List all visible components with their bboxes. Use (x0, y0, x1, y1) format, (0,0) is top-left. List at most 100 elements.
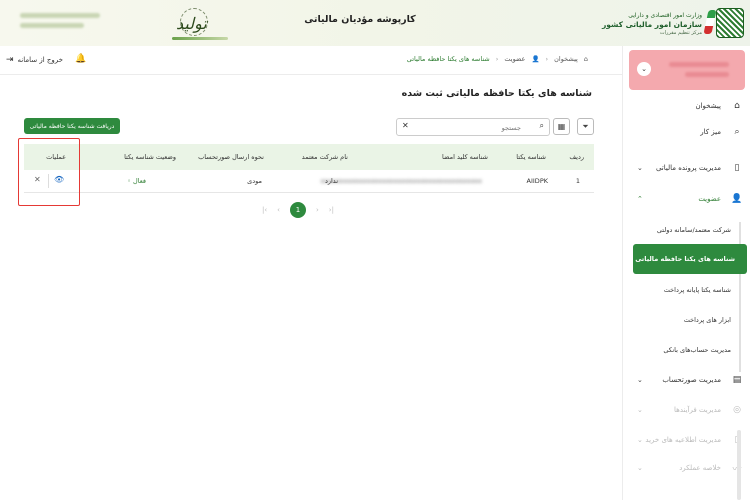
chevron-left-icon: ‹ (545, 55, 549, 63)
sidebar-subitem-memory-ids[interactable]: شناسه های یکتا حافظه مالیاتی (633, 244, 747, 274)
org-line1: وزارت امور اقتصادی و دارایی (628, 12, 702, 19)
chevron-up-icon: ⌃ (637, 195, 643, 203)
cell-unique-id: AIIDPK (526, 177, 548, 185)
sidebar-subitem-trusted-company[interactable]: شرکت معتمد/سامانه دولتی (623, 220, 750, 240)
app-header: وزارت امور اقتصادی و دارایی سازمان امور … (0, 0, 750, 47)
sidebar-item-summary[interactable]: 〰 خلاصه عملکرد ⌄ (623, 458, 750, 478)
table-header: ردیف شناسه یکتا شناسه کلید امضا نام شرکت… (24, 144, 594, 170)
column-header: نام شرکت معتمد (301, 153, 348, 161)
column-header: شناسه یکتا (516, 153, 546, 161)
cell-send-method: مودی (247, 177, 262, 185)
exit-button[interactable]: ⇥ خروج از سامانه (6, 55, 63, 65)
last-page-icon[interactable]: ›| (329, 206, 334, 214)
column-header: وضعیت شناسه یکتا (124, 153, 176, 161)
filter-icon[interactable]: ⏷ (577, 118, 594, 135)
process-icon: ◎ (733, 405, 741, 415)
close-icon[interactable]: ✕ (402, 121, 409, 130)
blurred-user-id (685, 72, 729, 77)
top-bar: ⇥ خروج از سامانه 🔔 ⌂ پیشخوان ‹ 👤 عضویت ‹… (0, 46, 622, 75)
sidebar-item-label: خلاصه عملکرد (679, 464, 721, 472)
chevron-left-icon: ‹ (495, 55, 499, 63)
sidebar-item-label: مدیریت فرآیندها (674, 406, 721, 414)
page-current[interactable]: 1 (289, 202, 306, 218)
search-input[interactable] (415, 121, 523, 134)
org-line2: سازمان امور مالیاتی کشور (601, 20, 702, 29)
sidebar-item-purchase-notices[interactable]: ▯ مدیریت اطلاعیه های خرید ⌄ (623, 430, 750, 450)
sidebar-scrollbar[interactable] (737, 430, 741, 500)
sidebar-subitem-label: ابزار های پرداخت (683, 316, 731, 324)
sidebar-item-membership[interactable]: 👤 عضویت ⌃ (623, 189, 750, 209)
chevron-down-icon: ⌄ (637, 464, 643, 472)
breadcrumb-item-membership[interactable]: عضویت (504, 55, 525, 63)
next-page-icon[interactable]: › (316, 206, 319, 214)
sidebar-item-label: مدیریت پرونده مالیاتی (655, 164, 721, 172)
table-row: 1 AIIDPK xxxxxxxxxxxxxxxxxxxxxxxxxxxxxxx… (24, 170, 594, 193)
search-icon: ⌕ (539, 121, 544, 130)
breadcrumb-item-dashboard[interactable]: پیشخوان (554, 55, 578, 63)
sidebar-item-processes[interactable]: ◎ مدیریت فرآیندها ⌄ (623, 400, 750, 420)
active-dot-icon: ◦ (127, 177, 131, 185)
first-page-icon[interactable]: |‹ (262, 206, 267, 214)
sidebar-item-label: مدیریت اطلاعیه های خرید (645, 436, 721, 444)
blurred-header-text (20, 13, 110, 33)
breadcrumb: ⌂ پیشخوان ‹ 👤 عضویت ‹ شناسه های یکتا حاف… (407, 55, 588, 63)
chevron-down-icon: ⌄ (637, 436, 643, 444)
sidebar-subitem-payment-tools[interactable]: ابزار های پرداخت (623, 310, 750, 330)
operations-highlight-box (18, 138, 80, 206)
slogan-logo: تولید (172, 5, 232, 41)
search-box[interactable]: ✕ ⌕ (396, 118, 550, 136)
chevron-down-icon: ⌄ (637, 164, 643, 172)
sidebar-subitem-label: شناسه یکتا پایانه پرداخت (663, 286, 731, 294)
bell-icon[interactable]: 🔔 (75, 54, 86, 64)
status-label: فعال (133, 177, 146, 185)
sidebar-item-invoices[interactable]: ▤ مدیریت صورتحساب ⌄ (623, 370, 750, 390)
sidebar-subitem-label: شرکت معتمد/سامانه دولتی (656, 226, 731, 234)
chevron-down-icon: ⌄ (637, 376, 643, 384)
prev-page-icon[interactable]: ‹ (277, 206, 280, 214)
pagination: |‹ ‹ 1 › ›| (262, 201, 334, 219)
app-title: کارپوشه مؤدیان مالیاتی (304, 14, 416, 25)
sidebar-subitem-label: شناسه های یکتا حافظه مالیاتی (635, 255, 735, 263)
search-icon: ⌕ (734, 127, 740, 137)
column-header: نحوه ارسال صورتحساب (198, 153, 264, 161)
breadcrumb-item-current: شناسه های یکتا حافظه مالیاتی (406, 55, 490, 63)
blurred-user-name (669, 62, 729, 67)
sidebar-item-workdesk[interactable]: ⌕ میز کار (623, 122, 750, 142)
slogan-underline (172, 37, 228, 40)
logout-icon: ⇥ (6, 55, 14, 65)
chevron-down-icon[interactable]: ⌄ (637, 62, 651, 76)
get-memory-id-button[interactable]: دریافت شناسه یکتا حافظه مالیاتی (24, 118, 120, 134)
columns-icon[interactable]: ▦ (553, 118, 570, 135)
cell-row-number: 1 (575, 177, 580, 185)
sidebar-item-dashboard[interactable]: ⌂ پیشخوان (623, 96, 750, 116)
sidebar-item-label: مدیریت صورتحساب (662, 376, 721, 384)
flag-icon (703, 10, 717, 34)
slogan-text: تولید (176, 14, 207, 33)
sidebar-item-label: پیشخوان (695, 102, 721, 110)
user-card[interactable]: ⌄ (629, 50, 745, 90)
sidebar-subitem-terminal-ids[interactable]: شناسه یکتا پایانه پرداخت (623, 280, 750, 300)
cell-trusted-company: ندارد (324, 177, 338, 185)
home-icon: ⌂ (734, 101, 740, 111)
column-header: ردیف (569, 153, 584, 161)
sidebar-item-label: عضویت (698, 195, 721, 203)
org-emblem-icon (716, 8, 744, 38)
home-small-icon: ⌂ (583, 55, 588, 63)
status-badge: فعال ◦ (127, 177, 146, 185)
invoice-icon: ▤ (732, 375, 742, 385)
sidebar: ⌄ ⌂ پیشخوان ⌕ میز کار ▯ مدیریت پرونده ما… (622, 46, 750, 500)
user-small-icon: 👤 (531, 55, 540, 63)
chevron-down-icon: ⌄ (637, 406, 643, 414)
org-line3: مرکز تنظیم مقررات (659, 30, 702, 36)
exit-label: خروج از سامانه (17, 56, 63, 64)
sidebar-item-label: میز کار (700, 128, 721, 136)
sidebar-subitem-bank-accounts[interactable]: مدیریت حساب‌های بانکی (623, 340, 750, 360)
column-header: شناسه کلید امضا (442, 153, 488, 161)
sidebar-item-tax-file[interactable]: ▯ مدیریت پرونده مالیاتی ⌄ (623, 158, 750, 178)
document-icon: ▯ (734, 163, 740, 173)
page-title: شناسه های یکتا حافظه مالیاتی ثبت شده (401, 88, 592, 99)
user-icon: 👤 (731, 194, 743, 204)
org-logo: وزارت امور اقتصادی و دارایی سازمان امور … (602, 6, 744, 40)
sidebar-subitem-label: مدیریت حساب‌های بانکی (663, 346, 731, 354)
cell-signing-key: xxxxxxxxxxxxxxxxxxxxxxxxxxxxxxxxxxxxxxxx… (320, 177, 482, 185)
